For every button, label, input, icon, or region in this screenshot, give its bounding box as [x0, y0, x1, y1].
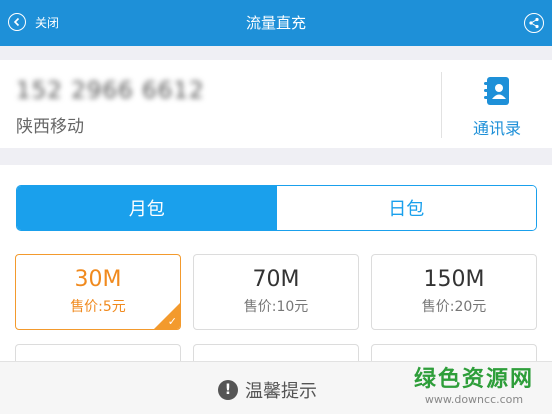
- watermark-title: 绿色资源网: [413, 367, 534, 392]
- tab-monthly[interactable]: 月包: [17, 186, 277, 230]
- top-bar: 关闭 流量直充: [0, 0, 552, 46]
- package-price: 售价:20元: [421, 299, 487, 315]
- tips-label: 温馨提示: [245, 381, 317, 402]
- warning-icon: !: [218, 380, 238, 400]
- package-option-150m[interactable]: 150M 售价:20元: [371, 254, 537, 330]
- package-type-tabs: 月包 日包: [16, 185, 537, 231]
- package-size: 150M: [423, 267, 485, 292]
- tab-daily[interactable]: 日包: [276, 186, 536, 230]
- contacts-label: 通讯录: [472, 119, 521, 138]
- check-icon: ✓: [167, 315, 177, 328]
- package-option-30m[interactable]: 30M 售价:5元 ✓: [15, 254, 181, 330]
- share-button[interactable]: [524, 13, 544, 33]
- watermark: 绿色资源网 www.downcc.com: [414, 361, 534, 406]
- tips-button[interactable]: ! 温馨提示: [218, 377, 317, 403]
- share-icon: [529, 17, 539, 29]
- package-price: 售价:10元: [243, 299, 309, 315]
- account-card: 152 2966 6612 陕西移动 通讯录: [0, 60, 552, 148]
- address-book-icon: [483, 76, 511, 110]
- carrier-label: 陕西移动: [16, 117, 84, 137]
- watermark-url: www.downcc.com: [424, 393, 524, 406]
- contacts-button[interactable]: 通讯录: [442, 60, 552, 148]
- page-title: 流量直充: [245, 14, 306, 32]
- package-size: 30M: [74, 267, 122, 292]
- phone-number[interactable]: 152 2966 6612: [16, 78, 205, 104]
- package-option-70m[interactable]: 70M 售价:10元: [193, 254, 359, 330]
- package-size: 70M: [252, 267, 300, 292]
